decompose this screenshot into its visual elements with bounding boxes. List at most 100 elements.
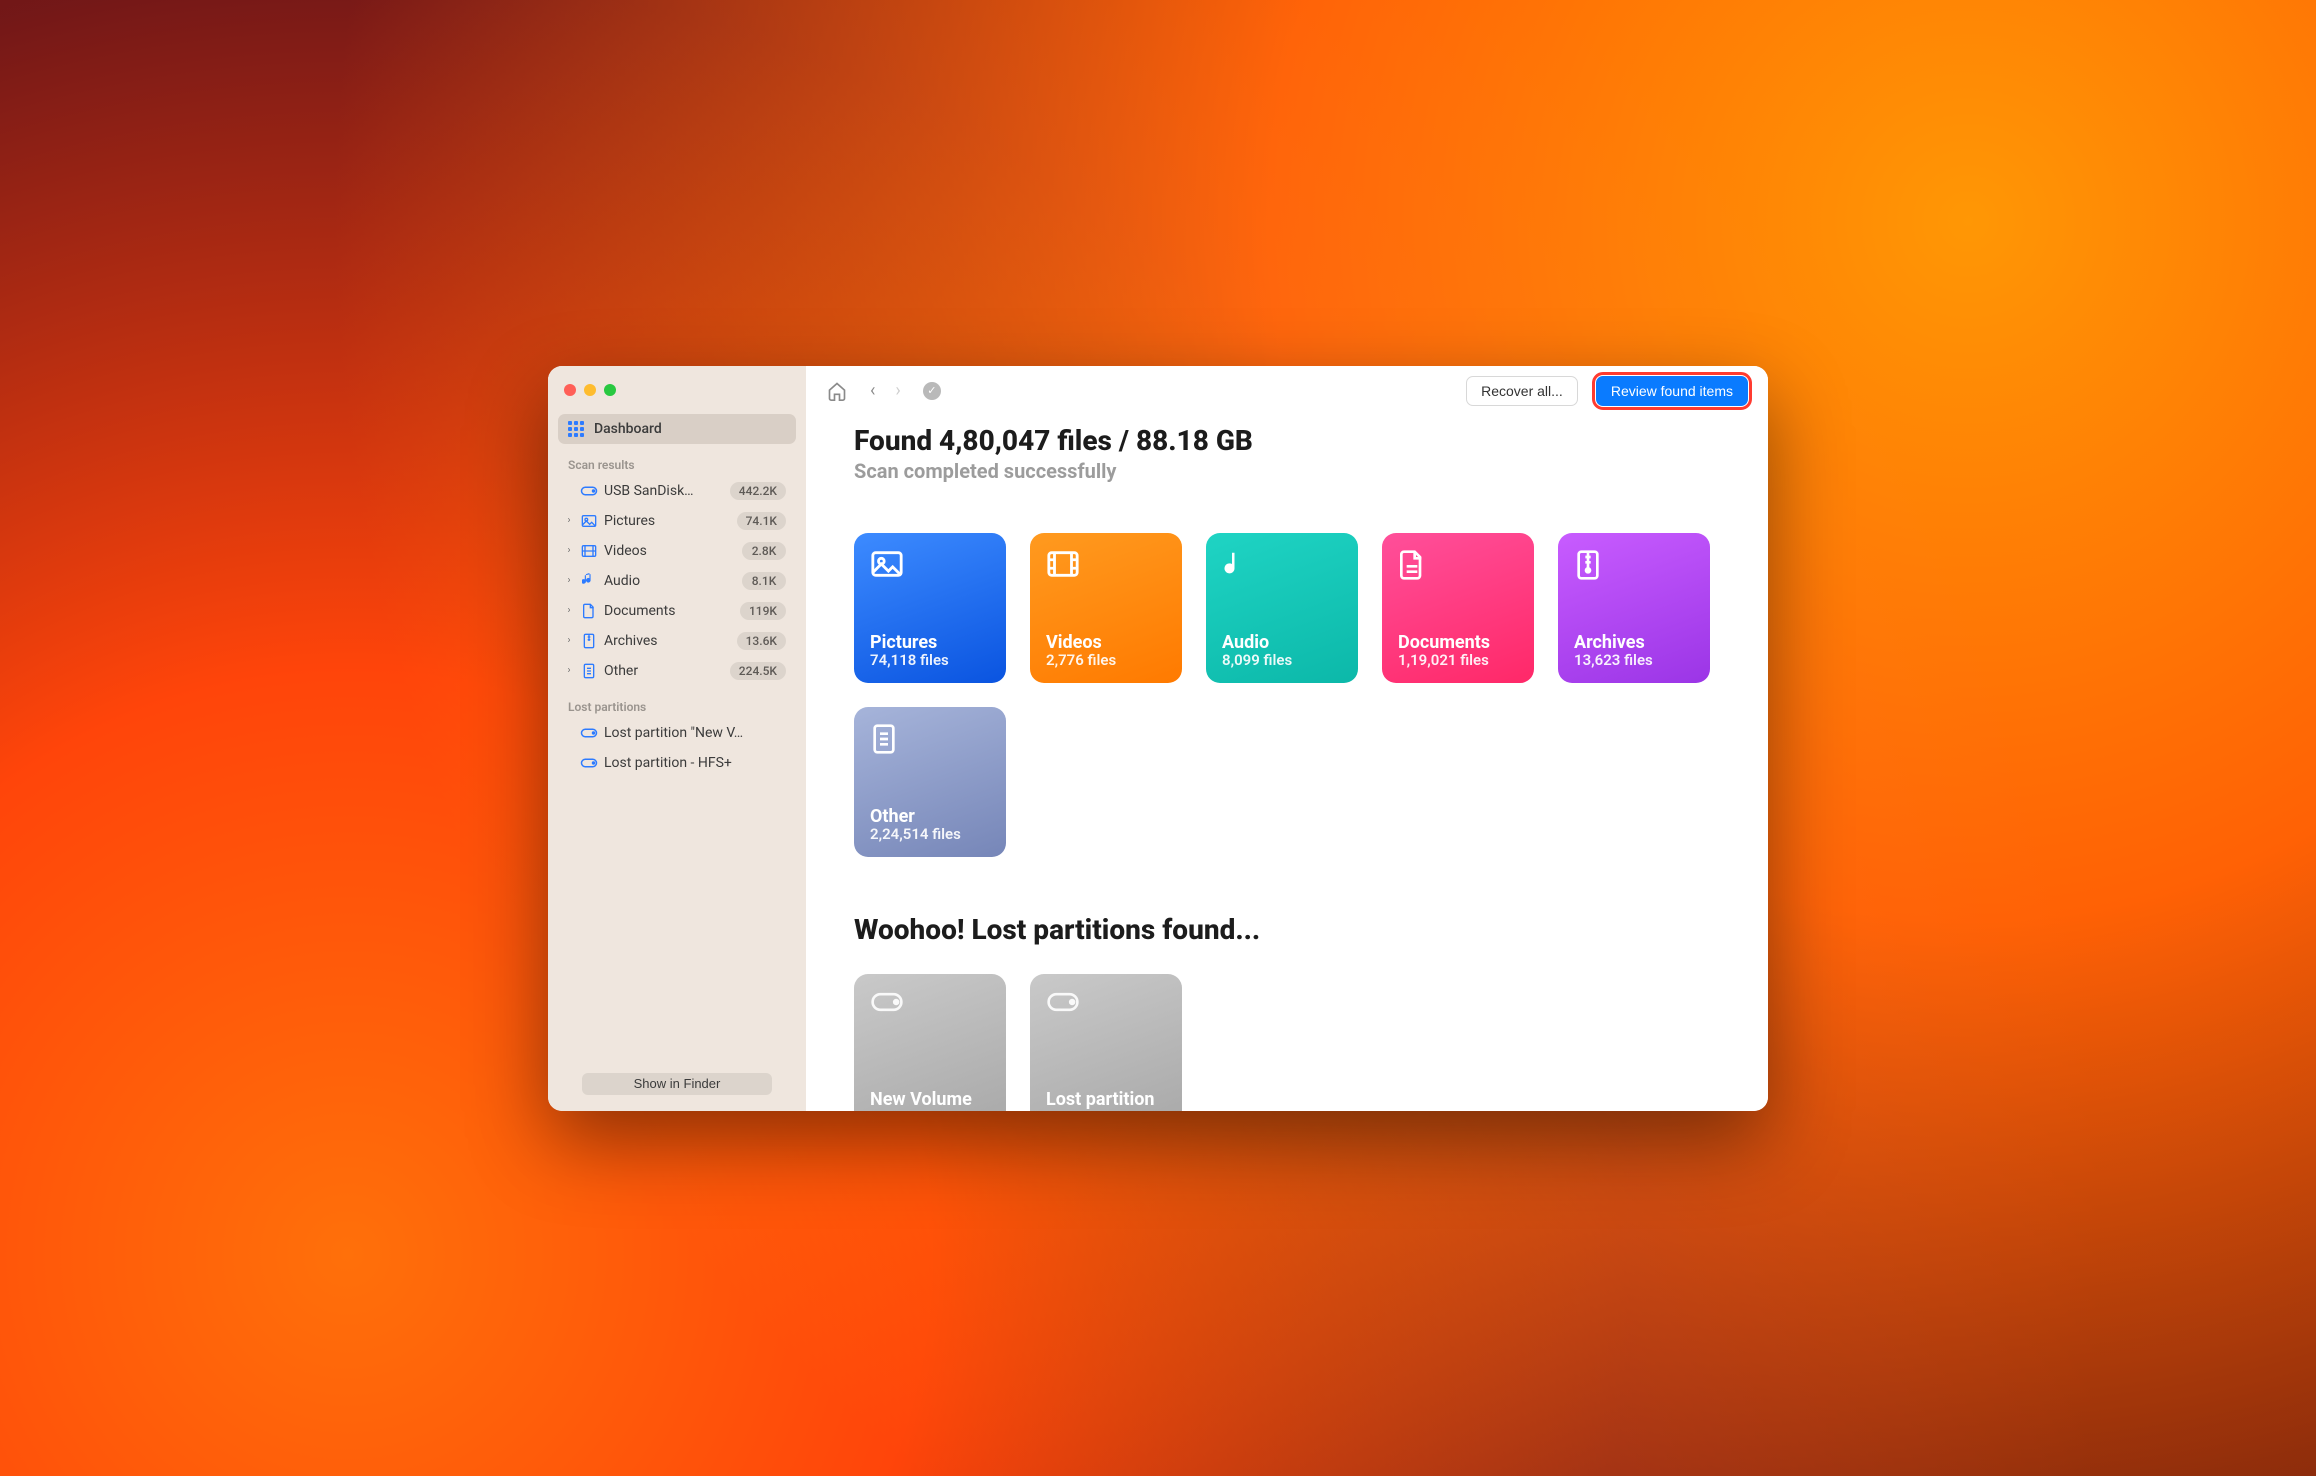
sidebar-item-lost-partition[interactable]: Lost partition - HFS+ [558, 748, 796, 778]
audio-icon [1222, 549, 1256, 583]
card-subtitle: 13,623 files [1574, 651, 1694, 669]
card-subtitle: 8,099 files [1222, 651, 1342, 669]
chevron-right-icon[interactable]: › [564, 546, 574, 556]
document-icon [1398, 549, 1432, 583]
back-button[interactable]: ‹ [866, 380, 879, 401]
category-card-documents[interactable]: Documents 1,19,021 files [1382, 533, 1534, 683]
app-window: Dashboard Scan results USB SanDisk… 442.… [548, 366, 1768, 1111]
sidebar-item-label: Videos [604, 543, 736, 559]
sidebar-item-documents[interactable]: › Documents 119K [558, 596, 796, 626]
card-title: Documents [1398, 632, 1518, 653]
show-in-finder-button[interactable]: Show in Finder [582, 1073, 772, 1095]
card-title: Other [870, 806, 990, 827]
sidebar-item-audio[interactable]: › Audio 8.1K [558, 566, 796, 596]
window-controls [558, 380, 796, 414]
audio-icon [580, 573, 598, 589]
sidebar-item-label: Lost partition "New V… [604, 725, 786, 741]
chevron-right-icon[interactable]: › [564, 576, 574, 586]
dashboard-label: Dashboard [594, 421, 662, 437]
lost-partitions-title: Woohoo! Lost partitions found... [854, 913, 1720, 946]
document-icon [580, 603, 598, 619]
sidebar-item-pictures[interactable]: › Pictures 74.1K [558, 506, 796, 536]
sidebar-item-lost-partition[interactable]: Lost partition "New V… [558, 718, 796, 748]
chevron-right-icon[interactable]: › [564, 606, 574, 616]
content-area: Found 4,80,047 files / 88.18 GB Scan com… [806, 416, 1768, 1111]
video-icon [580, 544, 598, 558]
sidebar-item-count: 442.2K [730, 482, 786, 500]
chevron-right-icon[interactable]: › [564, 516, 574, 526]
page-subtitle: Scan completed successfully [854, 459, 1720, 483]
forward-button[interactable]: › [891, 380, 904, 401]
sidebar-item-count: 224.5K [730, 662, 786, 680]
archive-icon [1574, 549, 1608, 583]
sidebar-item-archives[interactable]: › Archives 13.6K [558, 626, 796, 656]
minimize-window-button[interactable] [584, 384, 596, 396]
other-file-icon [580, 663, 598, 679]
review-found-items-button[interactable]: Review found items [1596, 376, 1748, 406]
chevron-right-icon[interactable]: › [564, 666, 574, 676]
sidebar-footer: Show in Finder [558, 1065, 796, 1101]
sidebar-item-label: Audio [604, 573, 736, 589]
recover-all-button[interactable]: Recover all... [1466, 376, 1578, 406]
drive-icon [870, 990, 904, 1024]
card-title: New Volume [870, 1089, 990, 1110]
category-card-videos[interactable]: Videos 2,776 files [1030, 533, 1182, 683]
main-panel: ‹ › ✓ Recover all... Review found items … [806, 366, 1768, 1111]
sidebar-item-label: Pictures [604, 513, 731, 529]
card-title: Pictures [870, 632, 990, 653]
toolbar: ‹ › ✓ Recover all... Review found items [806, 366, 1768, 416]
sidebar: Dashboard Scan results USB SanDisk… 442.… [548, 366, 806, 1111]
category-cards-row-2: Other 2,24,514 files [854, 707, 1720, 857]
home-icon[interactable] [826, 380, 848, 402]
sidebar-item-dashboard[interactable]: Dashboard [558, 414, 796, 444]
chevron-right-icon[interactable]: › [564, 636, 574, 646]
sidebar-item-count: 13.6K [737, 632, 786, 650]
category-card-archives[interactable]: Archives 13,623 files [1558, 533, 1710, 683]
close-window-button[interactable] [564, 384, 576, 396]
partition-card[interactable]: Lost partition [1030, 974, 1182, 1111]
category-card-other[interactable]: Other 2,24,514 files [854, 707, 1006, 857]
sidebar-item-label: Lost partition - HFS+ [604, 755, 786, 771]
drive-icon [1046, 990, 1080, 1024]
sidebar-item-count: 119K [740, 602, 786, 620]
card-subtitle: 2,24,514 files [870, 825, 990, 843]
other-file-icon [870, 723, 904, 757]
sidebar-item-count: 74.1K [737, 512, 786, 530]
sidebar-item-label: Archives [604, 633, 731, 649]
drive-icon [580, 756, 598, 770]
drive-icon [580, 484, 598, 498]
video-icon [1046, 549, 1080, 583]
card-title: Lost partition [1046, 1089, 1166, 1110]
image-icon [580, 514, 598, 528]
partition-card[interactable]: New Volume [854, 974, 1006, 1111]
spacer [564, 486, 574, 496]
dashboard-grid-icon [568, 421, 584, 437]
zoom-window-button[interactable] [604, 384, 616, 396]
category-cards: Pictures 74,118 files Videos 2,776 files [854, 533, 1720, 683]
sidebar-item-other[interactable]: › Other 224.5K [558, 656, 796, 686]
nav-arrows: ‹ › [866, 380, 905, 401]
sidebar-item-label: USB SanDisk… [604, 483, 724, 499]
spacer [564, 758, 574, 768]
page-title: Found 4,80,047 files / 88.18 GB [854, 424, 1720, 457]
card-title: Archives [1574, 632, 1694, 653]
sidebar-item-count: 2.8K [742, 542, 786, 560]
sidebar-item-drive[interactable]: USB SanDisk… 442.2K [558, 476, 796, 506]
card-subtitle: 2,776 files [1046, 651, 1166, 669]
category-card-pictures[interactable]: Pictures 74,118 files [854, 533, 1006, 683]
image-icon [870, 549, 904, 583]
sidebar-item-label: Other [604, 663, 724, 679]
card-subtitle: 1,19,021 files [1398, 651, 1518, 669]
drive-icon [580, 726, 598, 740]
lost-partition-cards: New Volume Lost partition [854, 974, 1720, 1111]
spacer [564, 728, 574, 738]
sidebar-section-lost-partitions: Lost partitions [558, 686, 796, 718]
sidebar-section-scan-results: Scan results [558, 444, 796, 476]
archive-icon [580, 633, 598, 649]
sidebar-item-label: Documents [604, 603, 734, 619]
status-check-icon[interactable]: ✓ [923, 382, 941, 400]
category-card-audio[interactable]: Audio 8,099 files [1206, 533, 1358, 683]
sidebar-item-videos[interactable]: › Videos 2.8K [558, 536, 796, 566]
card-subtitle: 74,118 files [870, 651, 990, 669]
sidebar-item-count: 8.1K [742, 572, 786, 590]
